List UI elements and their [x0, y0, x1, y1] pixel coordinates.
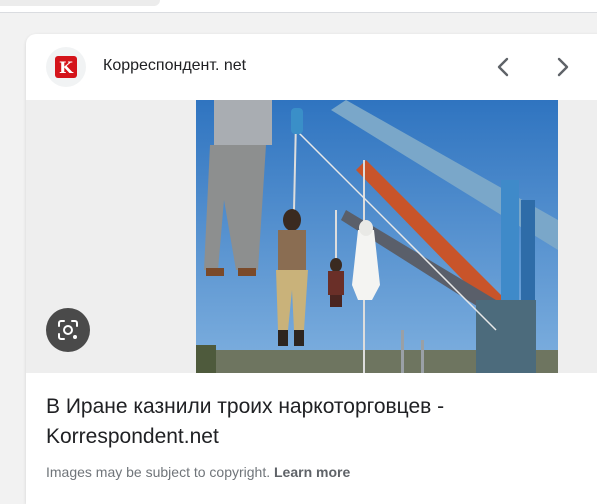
google-lens-button[interactable] [46, 308, 90, 352]
google-lens-icon [58, 320, 78, 340]
result-title[interactable]: В Иране казнили троих наркоторговцев - K… [46, 392, 566, 452]
korrespondent-logo-icon: K [55, 56, 77, 78]
previous-image-button[interactable] [488, 52, 518, 82]
site-favicon[interactable]: K [46, 47, 86, 87]
chevron-right-icon [557, 57, 569, 77]
preview-image[interactable] [196, 100, 558, 373]
image-viewer [26, 100, 597, 373]
previous-card-edge [0, 0, 160, 6]
chevron-left-icon [497, 57, 509, 77]
copyright-text: Images may be subject to copyright. [46, 464, 271, 480]
copyright-notice: Images may be subject to copyright. Lear… [46, 464, 350, 480]
card-header: K Корреспондент. net [26, 34, 597, 100]
source-site-name[interactable]: Корреспондент. net [103, 57, 246, 75]
image-preview-card: K Корреспондент. net В Иране казнили тро… [26, 34, 597, 504]
photo-content [196, 100, 558, 373]
learn-more-link[interactable]: Learn more [274, 464, 350, 480]
next-image-button[interactable] [548, 52, 578, 82]
